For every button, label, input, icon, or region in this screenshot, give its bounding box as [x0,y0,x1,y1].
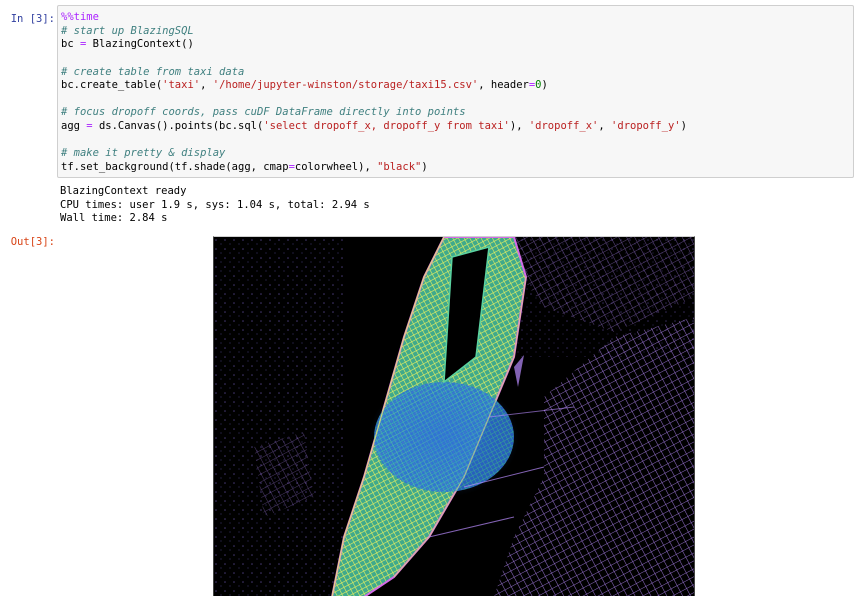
code-cell[interactable]: %%time # start up BlazingSQL bc = Blazin… [57,5,854,178]
cell-magic: %%time [61,11,99,23]
output-prompt: Out[3]: [10,236,55,248]
code-line: agg = ds.Canvas().points(bc.sql('select … [61,120,687,133]
stdout-line: CPU times: user 1.9 s, sys: 1.04 s, tota… [60,198,370,211]
nyc-taxi-dropoff-map [214,237,694,596]
code-line: bc.create_table('taxi', '/home/jupyter-w… [61,79,548,92]
output-map-image [213,236,695,596]
code-line: tf.set_background(tf.shade(agg, cmap=col… [61,161,428,174]
code-line: %%time [61,11,853,25]
cell-stdout: BlazingContext ready CPU times: user 1.9… [60,185,370,226]
code-comment: # start up BlazingSQL [61,24,194,37]
stdout-line: BlazingContext ready [60,185,187,197]
code-comment: # create table from taxi data [61,65,245,78]
stdout-line: Wall time: 2.84 s [60,212,168,225]
code-line: bc = BlazingContext() [61,38,194,51]
code-comment: # make it pretty & display [61,147,226,160]
code-comment: # focus dropoff coords, pass cuDF DataFr… [61,106,466,119]
input-prompt: In [3]: [10,13,55,25]
